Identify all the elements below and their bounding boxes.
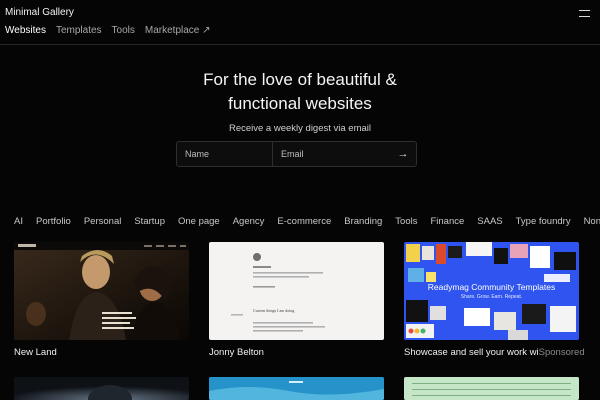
hero-title-line-1: For the love of beautiful & bbox=[203, 70, 397, 89]
card-thumbnail[interactable] bbox=[14, 242, 189, 340]
nav-marketplace[interactable]: Marketplace ↗ bbox=[145, 25, 211, 36]
card-title[interactable]: Showcase and sell your work wiSponsored bbox=[404, 347, 585, 358]
filter-personal[interactable]: Personal bbox=[84, 216, 122, 227]
newsletter-form: Name Email → bbox=[176, 141, 417, 167]
thumb-heading: Readymag Community Templates bbox=[427, 282, 556, 292]
nav-templates[interactable]: Templates bbox=[56, 25, 102, 36]
category-filters: AI Portfolio Personal Startup One page A… bbox=[14, 216, 600, 227]
card-thumbnail[interactable]: Readymag Community Templates Share. Grow… bbox=[404, 242, 579, 340]
filter-branding[interactable]: Branding bbox=[344, 216, 382, 227]
thumb-heading: Current things I am doing bbox=[253, 308, 295, 313]
card-thumbnail[interactable]: Current things I am doing bbox=[209, 242, 384, 340]
row2-thumbnail-3 bbox=[404, 377, 579, 400]
thumb-tagline: Share. Grow. Earn. Repeat. bbox=[460, 294, 523, 300]
nav-websites[interactable]: Websites bbox=[5, 25, 46, 36]
filter-portfolio[interactable]: Portfolio bbox=[36, 216, 71, 227]
site-card-jonny-belton[interactable]: Current things I am doing Jonny Belton bbox=[209, 242, 384, 358]
sponsored-badge: Sponsored bbox=[538, 347, 585, 358]
card-title[interactable]: New Land bbox=[14, 347, 189, 358]
hero-subtitle: Receive a weekly digest via email bbox=[228, 123, 372, 134]
name-input[interactable]: Name bbox=[177, 142, 273, 166]
filter-non[interactable]: Non bbox=[584, 216, 600, 227]
filter-saas[interactable]: SAAS bbox=[477, 216, 502, 227]
site-card-sponsored[interactable]: Readymag Community Templates Share. Grow… bbox=[404, 242, 585, 358]
film-still-image bbox=[14, 242, 189, 340]
card-title[interactable]: Jonny Belton bbox=[209, 347, 384, 358]
filter-finance[interactable]: Finance bbox=[430, 216, 464, 227]
menu-icon[interactable] bbox=[579, 10, 590, 17]
site-logo[interactable]: Minimal Gallery bbox=[5, 7, 74, 18]
filter-type-foundry[interactable]: Type foundry bbox=[516, 216, 571, 227]
row2-thumbnail-1 bbox=[14, 377, 189, 400]
filter-tools[interactable]: Tools bbox=[395, 216, 417, 227]
filter-ai[interactable]: AI bbox=[14, 216, 23, 227]
nav-tools[interactable]: Tools bbox=[112, 25, 135, 36]
site-card-row2-1[interactable] bbox=[14, 377, 189, 400]
portfolio-page-image bbox=[231, 253, 325, 332]
filter-agency[interactable]: Agency bbox=[233, 216, 265, 227]
filter-one-page[interactable]: One page bbox=[178, 216, 220, 227]
site-card-new-land[interactable]: New Land bbox=[14, 242, 189, 358]
card-title-text: Showcase and sell your work wi bbox=[404, 347, 539, 358]
main-nav: Websites Templates Tools Marketplace ↗ bbox=[5, 25, 211, 36]
site-card-row2-3[interactable] bbox=[404, 377, 579, 400]
row2-thumbnail-2 bbox=[209, 377, 384, 400]
hero-title: For the love of beautiful & functional w… bbox=[0, 68, 600, 116]
filter-e-commerce[interactable]: E-commerce bbox=[277, 216, 331, 227]
hero-section: For the love of beautiful & functional w… bbox=[0, 68, 600, 134]
site-header: Minimal Gallery Websites Templates Tools… bbox=[0, 0, 600, 45]
submit-arrow-icon[interactable]: → bbox=[390, 142, 416, 166]
hero-title-line-2: functional websites bbox=[228, 94, 372, 113]
site-card-row2-2[interactable] bbox=[209, 377, 384, 400]
filter-startup[interactable]: Startup bbox=[134, 216, 165, 227]
email-input[interactable]: Email bbox=[273, 142, 390, 166]
